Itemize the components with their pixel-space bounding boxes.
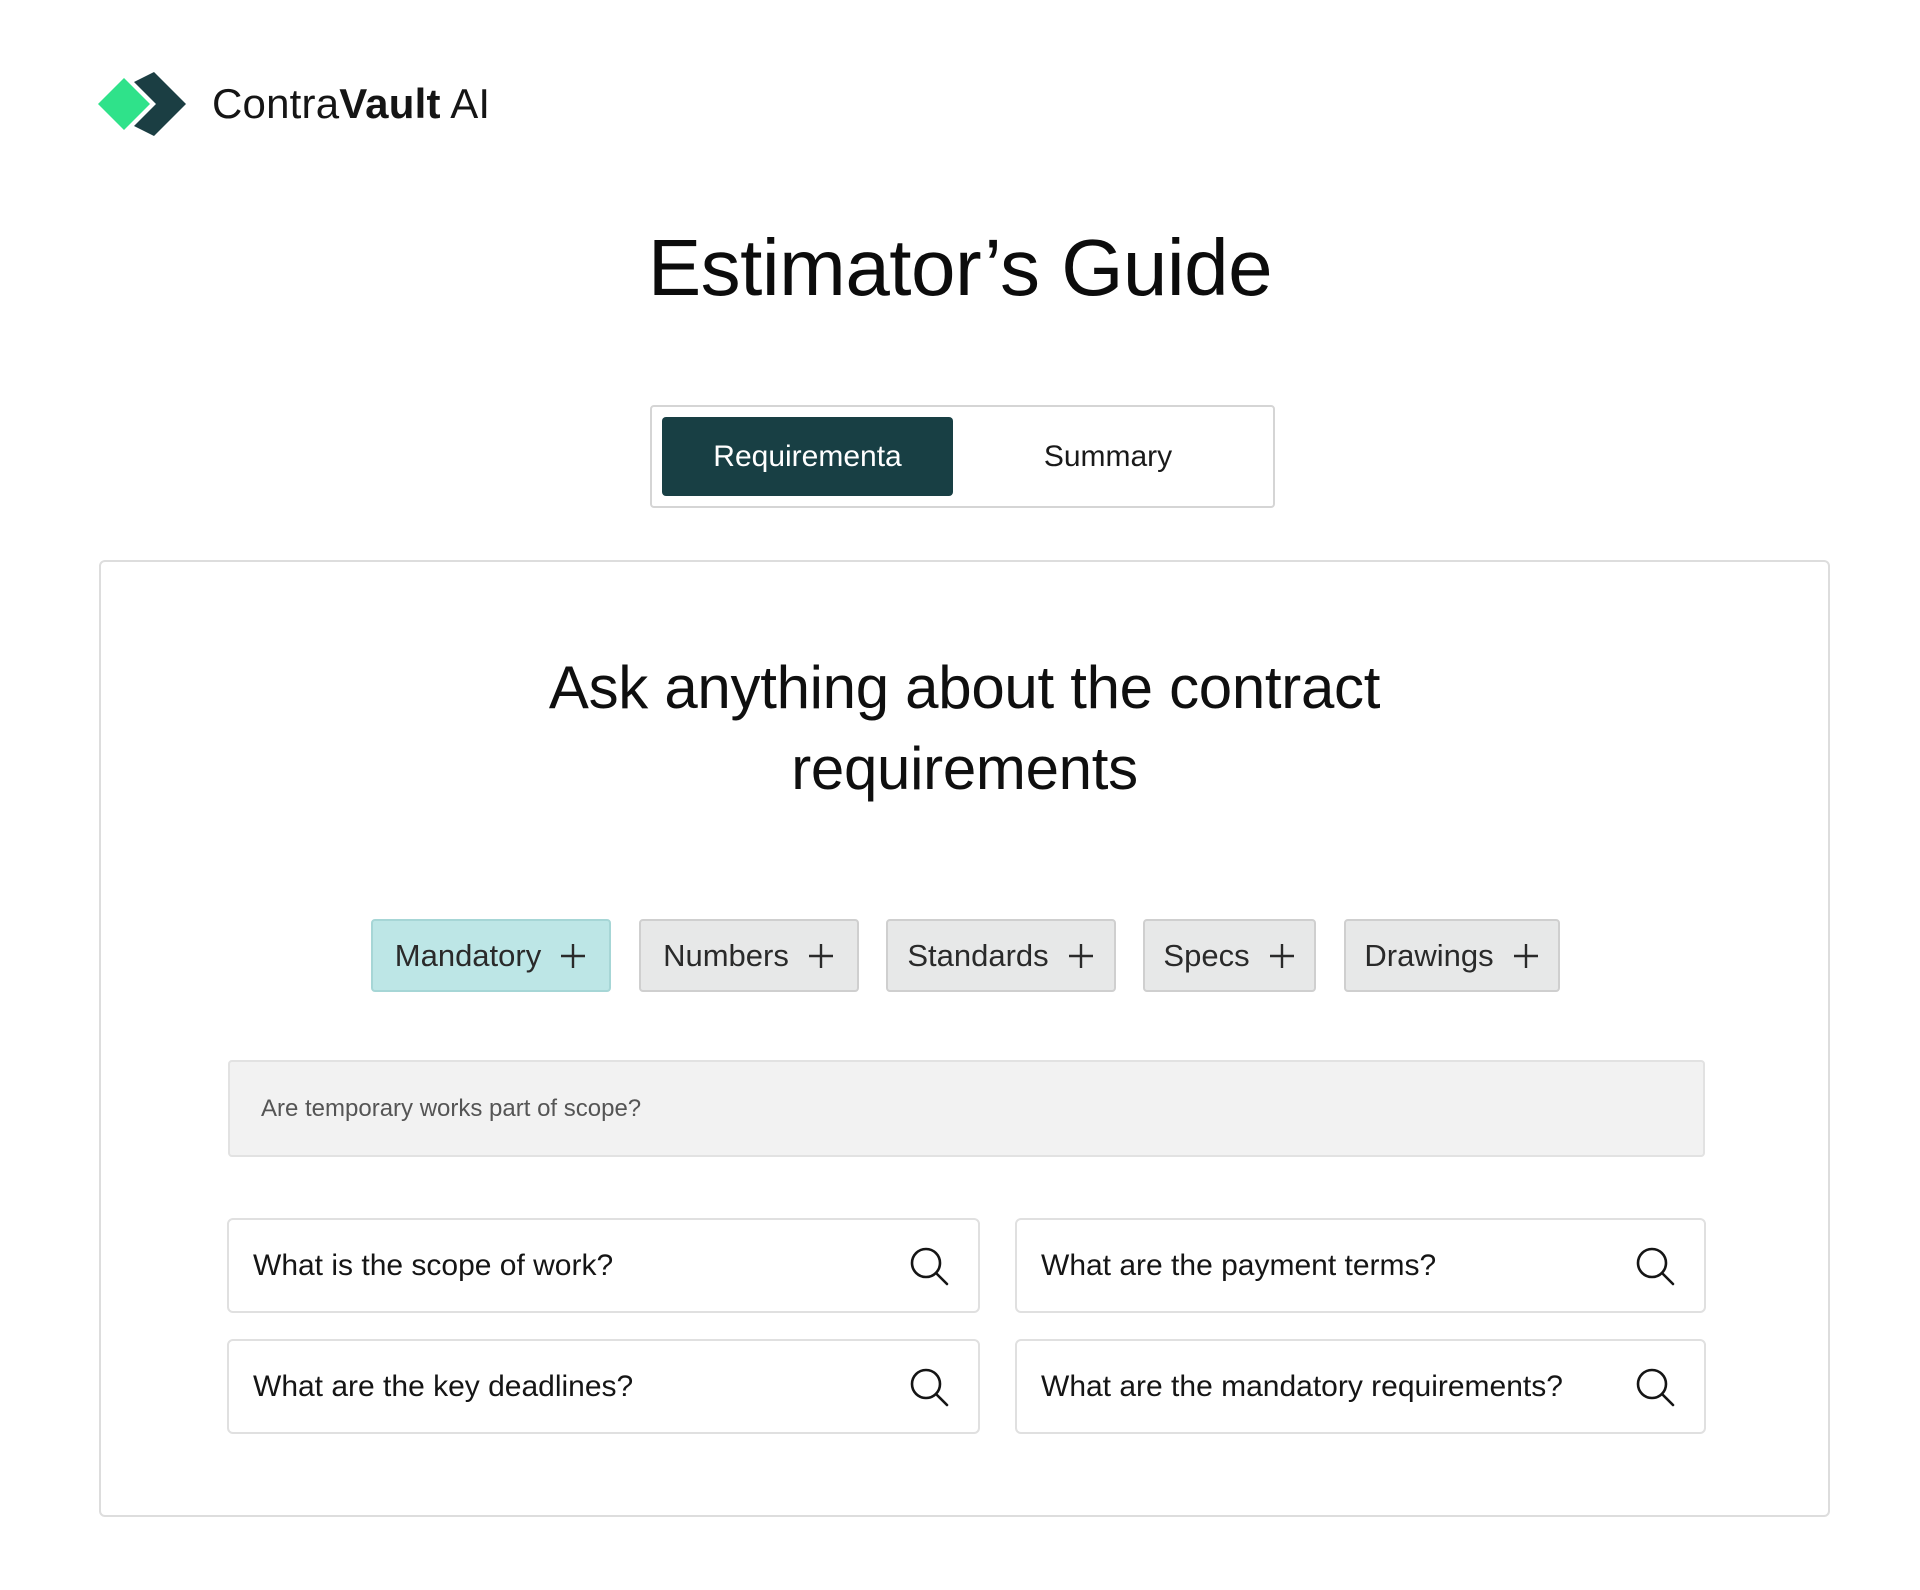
- search-icon: [1636, 1247, 1675, 1285]
- suggestion-label: What are the key deadlines?: [253, 1369, 634, 1403]
- plus-icon: [1513, 943, 1538, 968]
- search-icon: [910, 1247, 949, 1285]
- plus-icon: [1269, 943, 1294, 968]
- tab-requirements[interactable]: Requirementa: [662, 417, 953, 496]
- tab-switcher: Requirementa Summary: [650, 405, 1275, 508]
- suggestion-label: What are the mandatory requirements?: [1041, 1369, 1563, 1403]
- page: ContraVault AI Estimator’s Guide Require…: [0, 0, 1920, 1590]
- filter-chip-specs[interactable]: Specs: [1143, 919, 1316, 992]
- plus-icon: [561, 943, 586, 968]
- plus-icon: [1068, 943, 1093, 968]
- plus-icon: [808, 943, 833, 968]
- filter-chip-label: Drawings: [1364, 937, 1494, 973]
- search-icon: [910, 1368, 949, 1406]
- question-input[interactable]: [261, 1062, 1703, 1155]
- suggestion-mandatory-requirements[interactable]: What are the mandatory requirements?: [1015, 1339, 1706, 1434]
- filter-chip-drawings[interactable]: Drawings: [1344, 919, 1560, 992]
- card-heading-line-1: Ask anything about the contract: [548, 654, 1381, 721]
- suggestion-payment-terms[interactable]: What are the payment terms?: [1015, 1218, 1706, 1313]
- page-title: Estimator’s Guide: [647, 223, 1273, 312]
- logo-mark-icon: [98, 72, 186, 136]
- filter-chip-numbers[interactable]: Numbers: [639, 919, 859, 992]
- suggestion-label: What is the scope of work?: [253, 1248, 614, 1282]
- filter-chip-label: Standards: [907, 937, 1049, 973]
- filter-chip-mandatory[interactable]: Mandatory: [371, 919, 611, 992]
- query-card: Ask anything about the contract requirem…: [99, 560, 1830, 1517]
- brand-logo[interactable]: ContraVault AI: [98, 72, 490, 136]
- suggestion-scope-of-work[interactable]: What is the scope of work?: [227, 1218, 980, 1313]
- brand-name-regular: Contra: [212, 80, 340, 127]
- filter-chip-label: Specs: [1163, 937, 1250, 973]
- filter-chips: Mandatory Numbers Standards Specs Drawin…: [101, 919, 1828, 992]
- question-input-container: [228, 1060, 1705, 1157]
- card-heading: Ask anything about the contract requirem…: [101, 647, 1828, 809]
- suggestion-label: What are the payment terms?: [1041, 1248, 1437, 1282]
- brand-name-bold: Vault: [339, 80, 441, 127]
- brand-name-suffix: AI: [440, 80, 491, 127]
- filter-chip-label: Numbers: [663, 937, 789, 973]
- search-icon: [1636, 1368, 1675, 1406]
- filter-chip-standards[interactable]: Standards: [886, 919, 1116, 992]
- filter-chip-label: Mandatory: [394, 937, 542, 973]
- tab-summary[interactable]: Summary: [953, 417, 1263, 496]
- card-heading-line-2: requirements: [791, 735, 1138, 802]
- brand-name: ContraVault AI: [212, 80, 490, 128]
- suggestion-key-deadlines[interactable]: What are the key deadlines?: [227, 1339, 980, 1434]
